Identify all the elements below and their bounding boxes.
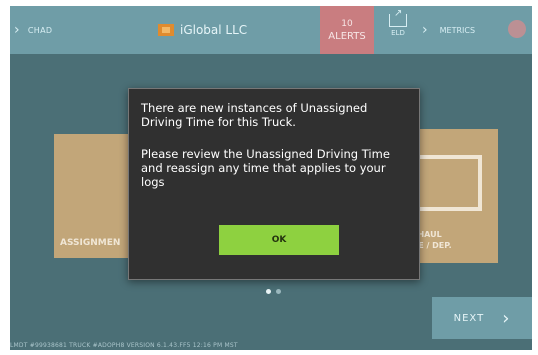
driver-menu-button[interactable]: › CHAD <box>10 6 86 54</box>
ok-button[interactable]: OK <box>219 225 339 255</box>
pager-dot-1[interactable] <box>266 289 271 294</box>
alerts-button[interactable]: 10 ALERTS <box>320 6 374 54</box>
driver-name: CHAD <box>27 25 53 35</box>
next-label: NEXT <box>453 312 485 324</box>
assignments-tile-label: ASSIGNMEN <box>60 238 121 248</box>
unassigned-time-dialog: There are new instances of Unassigned Dr… <box>128 88 420 280</box>
alerts-label: ALERTS <box>328 30 366 42</box>
dialog-message-2: Please review the Unassigned Driving Tim… <box>141 147 390 189</box>
app-frame: › CHAD iGlobal LLC 10 ALERTS ELD › METRI… <box>10 6 532 350</box>
pager-dots <box>266 289 281 294</box>
share-icon <box>389 8 407 27</box>
alerts-count: 10 <box>341 18 353 29</box>
eld-button[interactable]: ELD <box>384 8 412 37</box>
power-icon[interactable] <box>508 20 526 38</box>
chevron-right-icon: › <box>14 22 20 38</box>
next-button[interactable]: NEXT › <box>432 297 532 339</box>
metrics-button[interactable]: › METRICS <box>422 6 475 54</box>
metrics-label: METRICS <box>439 25 476 35</box>
eld-label: ELD <box>391 29 405 37</box>
chevron-right-icon: › <box>502 307 511 329</box>
chevron-right-icon: › <box>422 22 428 38</box>
company-title: iGlobal LLC <box>158 6 247 54</box>
company-logo-icon <box>158 24 174 36</box>
status-footer: LMDT #99938681 TRUCK #ADOPH8 VERSION 6.1… <box>10 342 238 349</box>
truck-icon <box>416 155 482 211</box>
pager-dot-2[interactable] <box>276 289 281 294</box>
dialog-message-1: There are new instances of Unassigned Dr… <box>141 101 368 129</box>
top-bar: › CHAD iGlobal LLC 10 ALERTS ELD › METRI… <box>10 6 532 54</box>
company-name: iGlobal LLC <box>180 23 248 37</box>
